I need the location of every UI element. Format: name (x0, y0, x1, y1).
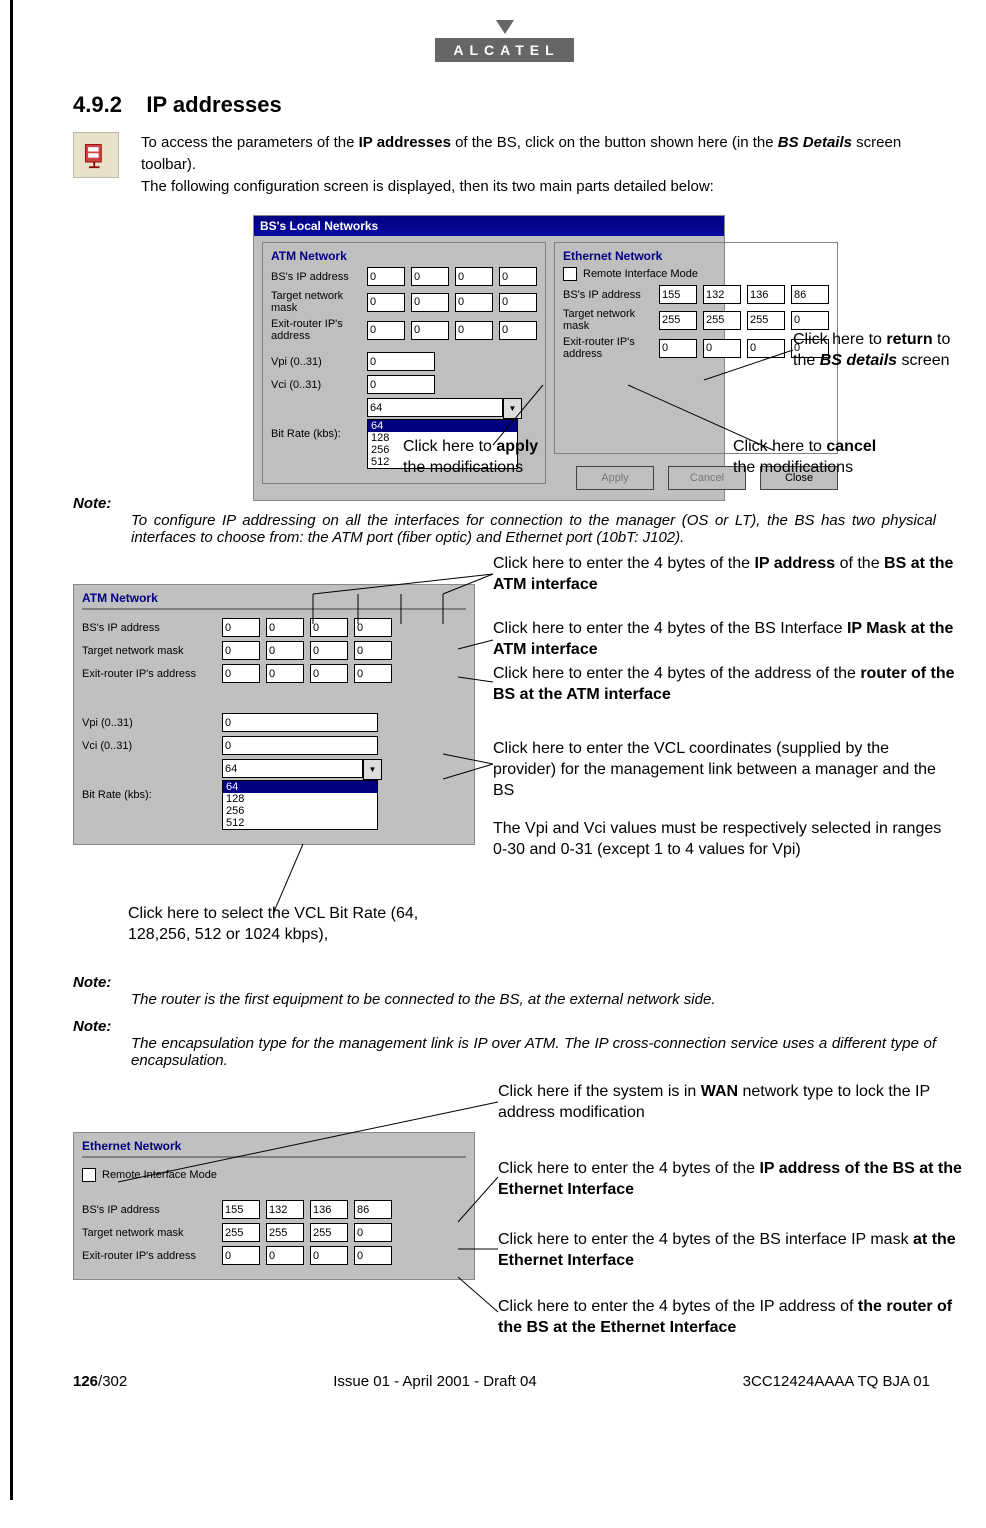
brand-logo: ALCATEL (73, 20, 936, 62)
atm-router-3[interactable] (499, 321, 537, 340)
atm-detail-title: ATM Network (82, 591, 466, 610)
atm-ip-0[interactable] (367, 267, 405, 286)
remote-interface-checkbox[interactable] (563, 267, 577, 281)
callout-apply: Click here to apply the modifications (403, 437, 623, 479)
atm-ip-2[interactable] (455, 267, 493, 286)
chevron-down-icon[interactable]: ▼ (503, 398, 522, 419)
atm2-vpi[interactable] (222, 713, 378, 732)
callout-atm-range: The Vpi and Vci values must be respectiv… (493, 819, 953, 861)
ip-addresses-icon (73, 132, 119, 178)
note-3: Note: The encapsulation type for the man… (73, 1018, 936, 1069)
callout-atm-bitrate: Click here to select the VCL Bit Rate (6… (128, 904, 468, 946)
atm-ip-3[interactable] (499, 267, 537, 286)
atm-mask-1[interactable] (411, 293, 449, 312)
callout-atm-ip: Click here to enter the 4 bytes of the I… (493, 554, 963, 596)
eth-mask-3[interactable] (791, 311, 829, 330)
note-2: Note: The router is the first equipment … (73, 974, 936, 1008)
brand-text: ALCATEL (435, 38, 573, 62)
section-number: 4.9.2 (73, 92, 122, 117)
atm-panel: ATM Network BS's IP address Target netwo… (73, 584, 475, 845)
footer-docref: 3CC12424AAAA TQ BJA 01 (743, 1373, 930, 1390)
eth-mask-2[interactable] (747, 311, 785, 330)
callout-cancel: Click here to cancel the modifications (733, 437, 953, 479)
eth-router-1[interactable] (703, 339, 741, 358)
callout-close: Click here to return to the BS details s… (793, 330, 973, 372)
eth-mask-0[interactable] (659, 311, 697, 330)
section-title: IP addresses (146, 92, 281, 117)
atm-mask-0[interactable] (367, 293, 405, 312)
atm2-vci[interactable] (222, 736, 378, 755)
vpi-input[interactable] (367, 352, 435, 371)
dialog-title: BS's Local Networks (254, 216, 724, 236)
atm-router-2[interactable] (455, 321, 493, 340)
eth-ip-1[interactable] (703, 285, 741, 304)
eth-router-0[interactable] (659, 339, 697, 358)
atm2-bitrate-list[interactable]: 64 128 256 512 (222, 780, 378, 830)
callout-atm-mask: Click here to enter the 4 bytes of the B… (493, 619, 963, 661)
atm-mask-2[interactable] (455, 293, 493, 312)
atm2-bitrate[interactable] (222, 759, 363, 778)
intro-text: To access the parameters of the IP addre… (141, 132, 936, 197)
callout-atm-vcl: Click here to enter the VCL coordinates … (493, 739, 953, 801)
eth-ip-0[interactable] (659, 285, 697, 304)
chevron-down-icon[interactable]: ▼ (363, 759, 382, 780)
atm-router-0[interactable] (367, 321, 405, 340)
callout-eth-ip: Click here to enter the 4 bytes of the I… (498, 1159, 963, 1201)
vci-input[interactable] (367, 375, 435, 394)
atm-group-title: ATM Network (271, 249, 537, 263)
callout-eth-wan: Click here if the system is in WAN netwo… (498, 1082, 963, 1124)
footer-issue: Issue 01 - April 2001 - Draft 04 (333, 1373, 536, 1390)
atm-mask-3[interactable] (499, 293, 537, 312)
note-1: Note: To configure IP addressing on all … (73, 495, 936, 546)
eth-panel: Ethernet Network Remote Interface Mode B… (73, 1132, 475, 1280)
eth-remote-checkbox[interactable] (82, 1168, 96, 1182)
eth-ip-2[interactable] (747, 285, 785, 304)
atm-router-1[interactable] (411, 321, 449, 340)
callout-eth-router: Click here to enter the 4 bytes of the I… (498, 1297, 963, 1339)
eth-ip-3[interactable] (791, 285, 829, 304)
bitrate-combo[interactable] (367, 398, 503, 417)
section-heading: 4.9.2 IP addresses (73, 92, 936, 118)
atm2-ip-0[interactable] (222, 618, 260, 637)
eth-detail-title: Ethernet Network (82, 1139, 466, 1158)
callout-eth-mask: Click here to enter the 4 bytes of the B… (498, 1230, 963, 1272)
atm-ip-1[interactable] (411, 267, 449, 286)
callout-atm-router: Click here to enter the 4 bytes of the a… (493, 664, 963, 706)
page-total: /302 (98, 1373, 127, 1390)
eth-group-title: Ethernet Network (563, 249, 829, 263)
eth-router-2[interactable] (747, 339, 785, 358)
eth-mask-1[interactable] (703, 311, 741, 330)
page-current: 126 (73, 1373, 98, 1390)
page-footer: 126/302 Issue 01 - April 2001 - Draft 04… (73, 1373, 936, 1390)
